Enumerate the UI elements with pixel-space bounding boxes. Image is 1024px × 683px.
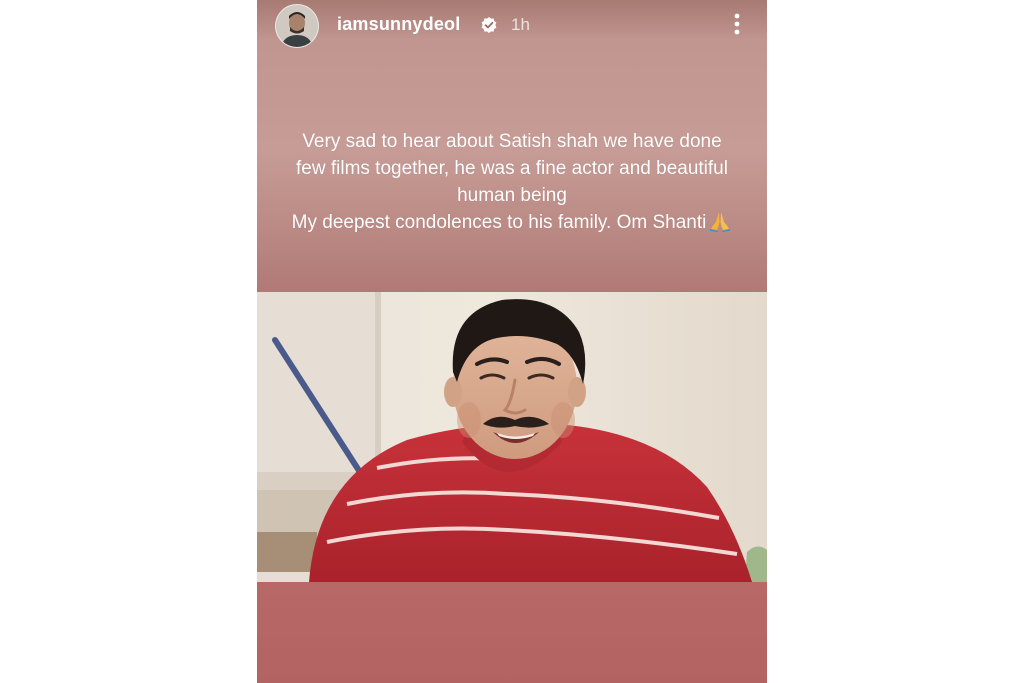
story-photo (257, 292, 767, 582)
more-vertical-icon[interactable] (729, 10, 745, 40)
avatar[interactable] (275, 4, 319, 48)
story-header: iamsunnydeol 1h (257, 0, 767, 54)
folded-hands-emoji (708, 210, 732, 232)
story-caption: Very sad to hear about Satish shah we ha… (277, 128, 747, 236)
avatar-image (276, 5, 318, 47)
story-viewer: iamsunnydeol 1h Very sad to hear about S… (257, 0, 767, 683)
caption-text: My deepest condolences to his family. Om… (291, 212, 707, 233)
caption-line: few films together, he was a fine actor … (296, 158, 728, 179)
username[interactable]: iamsunnydeol (337, 14, 460, 35)
caption-line: Very sad to hear about Satish shah we ha… (302, 131, 722, 152)
satish-shah-photo (257, 292, 767, 582)
post-time: 1h (511, 15, 530, 34)
caption-line: human being (457, 185, 567, 206)
caption-line-last: My deepest condolences to his family. Om… (277, 209, 747, 236)
bottom-background (257, 582, 767, 683)
verified-badge-icon (480, 16, 498, 34)
